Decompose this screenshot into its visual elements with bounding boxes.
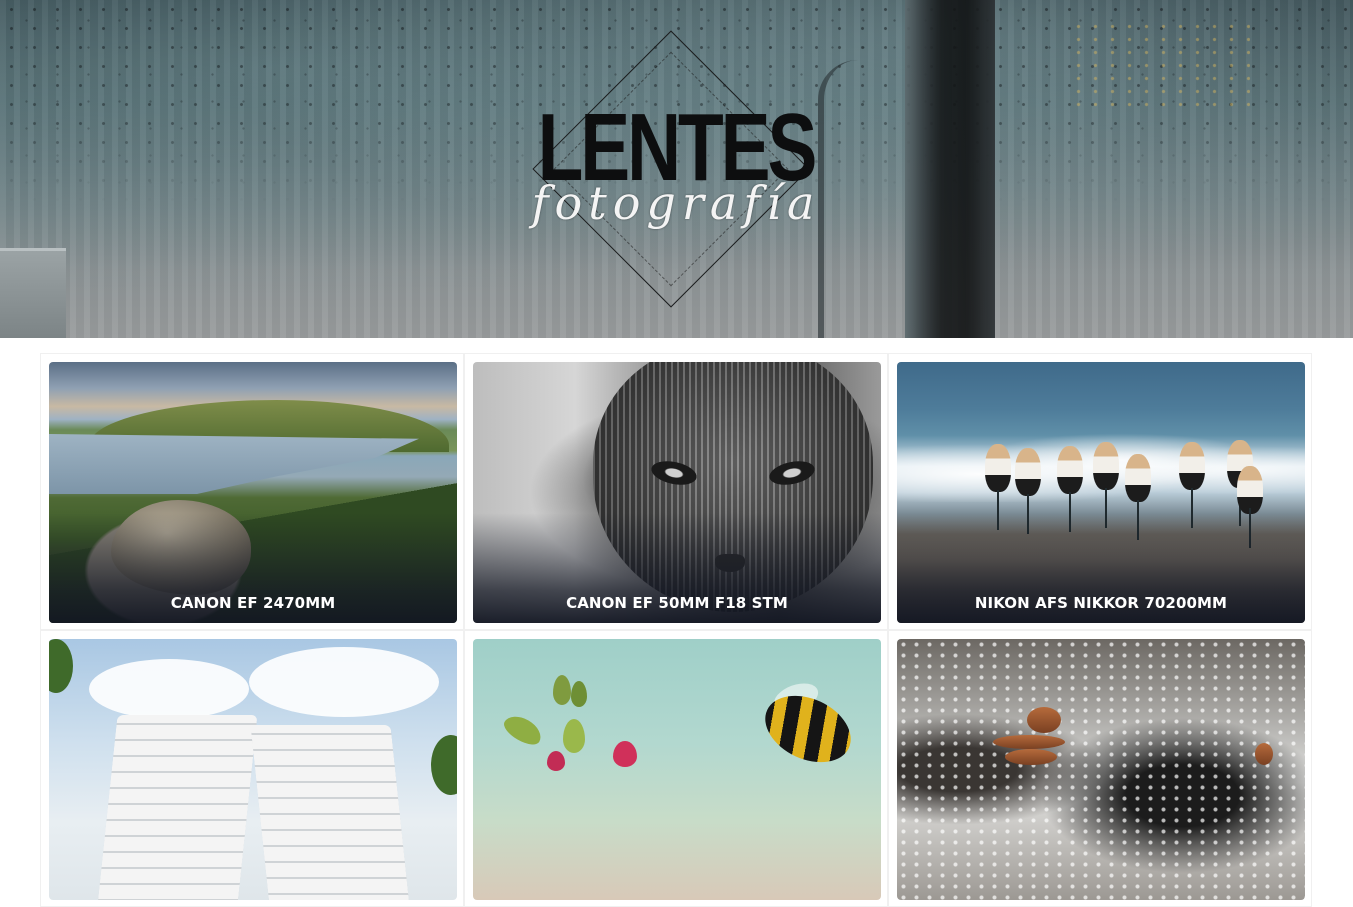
gallery-card[interactable] <box>888 630 1312 907</box>
card-caption[interactable]: CANON EF 2470MM <box>49 594 457 612</box>
photo-building <box>250 725 412 900</box>
hero-window-sill <box>0 248 66 338</box>
photo-stone <box>1005 749 1057 765</box>
photo-flower-bud <box>553 675 571 705</box>
photo-bird <box>1093 442 1119 490</box>
photo-bird <box>985 444 1011 492</box>
photo-flower-bud <box>613 741 637 767</box>
card-caption[interactable]: NIKON AFS NIKKOR 70200MM <box>897 594 1305 612</box>
gallery-card[interactable] <box>40 630 464 907</box>
photo-bee <box>754 682 862 776</box>
hero-city-lights <box>1070 20 1250 110</box>
photo-stone <box>1027 707 1061 733</box>
bee-flowers-photo[interactable] <box>473 639 881 900</box>
photo-lake <box>49 434 419 494</box>
hero-pillar <box>905 0 995 338</box>
cat-photo[interactable]: CANON EF 50MM F18 STM <box>473 362 881 623</box>
photo-cloud <box>249 647 439 717</box>
photo-flower-bud <box>500 710 546 750</box>
photo-flower-bud <box>547 751 565 771</box>
photo-stone <box>993 735 1065 749</box>
photo-bird <box>1125 454 1151 502</box>
photo-tree <box>49 639 73 693</box>
lake-landscape-photo[interactable]: CANON EF 2470MM <box>49 362 457 623</box>
gallery-card[interactable] <box>464 630 888 907</box>
photo-water-splash <box>897 639 1305 900</box>
card-caption[interactable]: CANON EF 50MM F18 STM <box>473 594 881 612</box>
hero-banner: LENTES fotografía <box>0 0 1353 338</box>
photo-bird <box>1179 442 1205 490</box>
photo-tree <box>431 735 457 795</box>
gallery-card[interactable]: NIKON AFS NIKKOR 70200MM <box>888 353 1312 630</box>
photo-flower-bud <box>563 719 585 753</box>
gallery-card[interactable]: CANON EF 2470MM <box>40 353 464 630</box>
stones-waterfall-photo[interactable] <box>897 639 1305 900</box>
lens-gallery: CANON EF 2470MM CANON EF 50MM F18 STM NI… <box>40 353 1314 907</box>
photo-bird <box>1057 446 1083 494</box>
photo-cloud <box>89 659 249 719</box>
photo-building <box>96 715 258 900</box>
site-logo[interactable]: LENTES fotografía <box>498 28 854 310</box>
shore-birds-photo[interactable]: NIKON AFS NIKKOR 70200MM <box>897 362 1305 623</box>
photo-stone <box>1255 743 1273 765</box>
photo-flower-bud <box>571 681 587 707</box>
logo-script: fotografía <box>531 176 821 230</box>
buildings-photo[interactable] <box>49 639 457 900</box>
photo-bird <box>1237 466 1263 514</box>
photo-bird <box>1015 448 1041 496</box>
gallery-card[interactable]: CANON EF 50MM F18 STM <box>464 353 888 630</box>
